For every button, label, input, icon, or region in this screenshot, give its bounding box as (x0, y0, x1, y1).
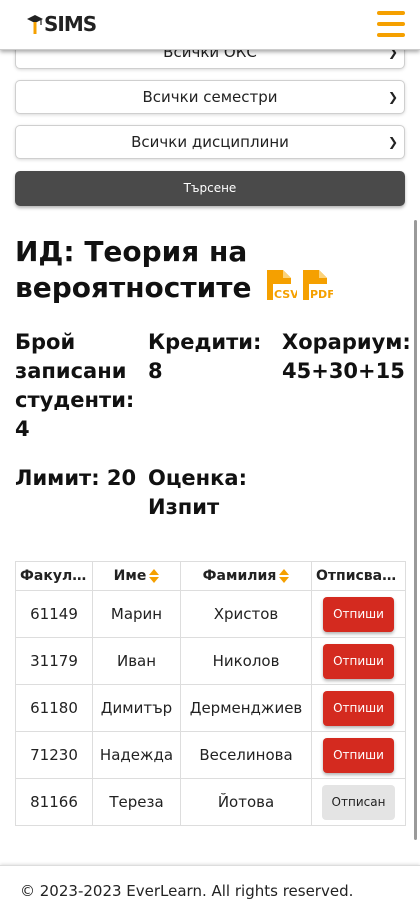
cell-last-name: Йотова (180, 778, 312, 826)
students-table: Факултетен номер Име Фамилия Отписване 6… (15, 561, 406, 826)
course-title: ИД: Теория на вероятностите (15, 235, 252, 304)
credits-label: Кредити: (148, 330, 262, 354)
cell-first-name: Иван (92, 637, 181, 685)
table-row: 71230 Надежда Веселинова Отпиши (15, 731, 406, 779)
cell-first-name: Надежда (92, 731, 181, 779)
cell-faculty-no: 81166 (15, 778, 93, 826)
svg-text:PDF: PDF (310, 288, 333, 301)
header-first-name-label: Име (113, 568, 147, 584)
cell-first-name: Марин (92, 590, 181, 638)
cell-last-name: Христов (180, 590, 312, 638)
enrolled-value: 4 (15, 417, 30, 441)
sort-icon[interactable] (149, 569, 160, 583)
table-row: 31179 Иван Николов Отпиши (15, 637, 406, 685)
credits: Кредити: 8 (148, 328, 278, 386)
limit: Лимит: 20 (15, 464, 145, 493)
unsubscribe-button[interactable]: Отпиши (323, 690, 394, 726)
limit-value: 20 (106, 466, 137, 490)
table-row: 81166 Тереза Йотова Отписан (15, 778, 406, 826)
header-last-name-label: Фамилия (202, 568, 277, 584)
table-row: 61180 Димитър Дерменджиев Отпиши (15, 684, 406, 732)
logo-text: SIMS (44, 12, 97, 36)
hours-value: 45+30+15 (282, 359, 405, 383)
footer: © 2023-2023 EverLearn. All rights reserv… (0, 865, 420, 915)
cell-first-name: Димитър (92, 684, 181, 732)
cell-first-name: Тереза (92, 778, 181, 826)
cell-faculty-no: 61180 (15, 684, 93, 732)
discipline-select[interactable]: Всички дисциплини ❯ (15, 125, 405, 159)
semester-select[interactable]: Всички семестри ❯ (15, 80, 405, 114)
table-row: 61149 Марин Христов Отпиши (15, 590, 406, 638)
grading-value: Изпит (148, 495, 220, 519)
cell-action: Отписан (311, 778, 406, 826)
hours: Хорариум: 45+30+15 (282, 328, 417, 386)
cell-faculty-no: 31179 (15, 637, 93, 685)
cell-faculty-no: 71230 (15, 731, 93, 779)
unsubscribed-status: Отписан (322, 784, 395, 820)
search-button[interactable]: Търсене (15, 171, 405, 206)
cell-action: Отпиши (311, 637, 406, 685)
header-unsubscribe: Отписване (311, 561, 406, 591)
hours-label: Хорариум: (282, 330, 411, 354)
sims-logo[interactable]: SIMS (26, 10, 97, 38)
cell-last-name: Николов (180, 637, 312, 685)
discipline-select-value: Всички дисциплини (131, 133, 289, 151)
footer-copyright: © 2023-2023 EverLearn. All rights reserv… (20, 882, 354, 900)
table-header-row: Факултетен номер Име Фамилия Отписване (15, 561, 406, 591)
cell-action: Отпиши (311, 731, 406, 779)
chevron-down-icon: ❯ (387, 90, 398, 104)
limit-label: Лимит: (15, 466, 100, 490)
enrolled-label: Брой записани студенти: (15, 330, 135, 412)
grading: Оценка: Изпит (148, 464, 278, 522)
credits-value: 8 (148, 359, 163, 383)
header-last-name[interactable]: Фамилия (180, 561, 312, 591)
cell-action: Отпиши (311, 590, 406, 638)
pdf-file-icon[interactable]: PDF (301, 269, 333, 301)
svg-text:CSV: CSV (274, 288, 297, 301)
header-faculty-no[interactable]: Факултетен номер (15, 561, 93, 591)
course-title-block: ИД: Теория на вероятностите CSV PDF (15, 235, 415, 305)
cell-action: Отпиши (311, 684, 406, 732)
unsubscribe-button[interactable]: Отпиши (323, 596, 394, 632)
grading-label: Оценка: (148, 466, 247, 490)
chevron-down-icon: ❯ (387, 135, 398, 149)
page-scrollbar[interactable] (414, 220, 417, 840)
hamburger-icon[interactable] (377, 11, 405, 37)
cell-last-name: Веселинова (180, 731, 312, 779)
top-navbar: SIMS (0, 0, 420, 50)
header-first-name[interactable]: Име (92, 561, 181, 591)
sort-icon[interactable] (279, 569, 290, 583)
unsubscribe-button[interactable]: Отпиши (323, 737, 394, 773)
csv-file-icon[interactable]: CSV (265, 269, 297, 301)
unsubscribe-button[interactable]: Отпиши (323, 643, 394, 679)
cell-faculty-no: 61149 (15, 590, 93, 638)
enrolled-count: Брой записани студенти: 4 (15, 328, 140, 444)
graduation-cap-icon (27, 15, 43, 34)
cell-last-name: Дерменджиев (180, 684, 312, 732)
semester-select-value: Всички семестри (142, 88, 278, 106)
